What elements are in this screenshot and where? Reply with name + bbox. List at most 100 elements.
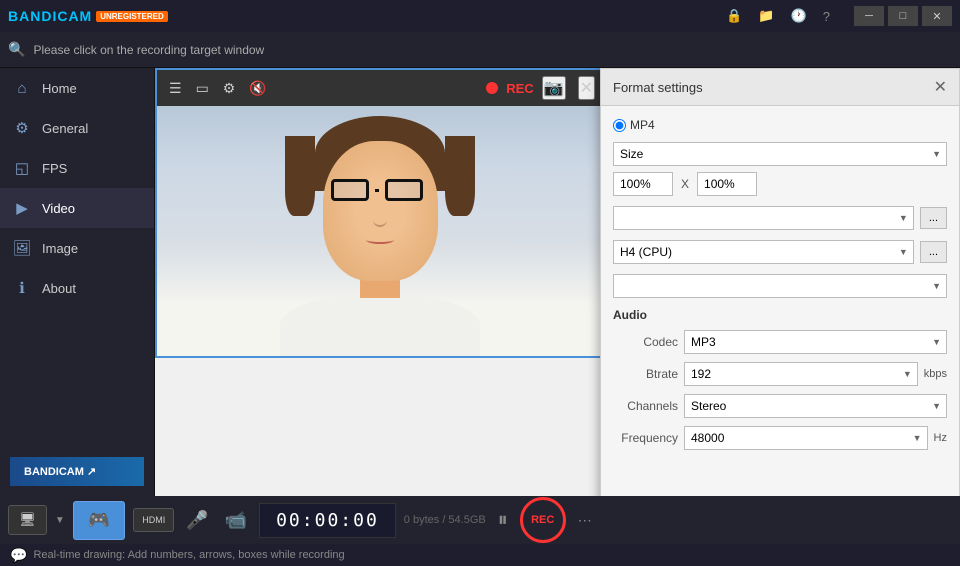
sidebar: ⌂ Home ⚙ General ◱ FPS ▶ Video 🖼 Imag xyxy=(0,68,155,496)
hair-left xyxy=(285,136,315,216)
left-lens xyxy=(331,179,369,201)
video-toolbar: ☰ ▭ ⚙ 🔇 REC 📷 ✕ xyxy=(157,70,603,106)
sidebar-label-home: Home xyxy=(42,81,77,96)
hair-right xyxy=(445,136,475,216)
codec1-select-wrapper xyxy=(613,206,914,230)
codec2-select[interactable]: H4 (CPU) xyxy=(613,240,914,264)
mute-button[interactable]: 🔇 xyxy=(245,76,270,101)
status-bar: 💬 Real-time drawing: Add numbers, arrows… xyxy=(0,544,960,566)
bitrate-unit: kbps xyxy=(924,368,947,380)
extra-button[interactable]: ⋯ xyxy=(574,508,596,533)
size-width-input[interactable] xyxy=(613,172,673,196)
status-icon: 💬 xyxy=(10,547,27,564)
audio-bitrate-label: Btrate xyxy=(613,367,678,381)
extra-select[interactable] xyxy=(613,274,947,298)
codec2-ellipsis-button[interactable]: ... xyxy=(920,241,947,263)
content-panel: Record Record/Stop Hotkey Pause Hotkey S… xyxy=(155,68,960,496)
hdmi-button[interactable]: HDMI xyxy=(133,508,174,532)
audio-bitrate-select-wrapper: 192 xyxy=(684,362,918,386)
rec-label: REC xyxy=(506,81,533,96)
overlay-title-bar: Format settings ✕ xyxy=(601,69,959,106)
right-lens xyxy=(385,179,423,201)
audio-frequency-select-wrapper: 48000 xyxy=(684,426,928,450)
codec1-ellipsis-button[interactable]: ... xyxy=(920,207,947,229)
lock-icon: 🔒 xyxy=(726,8,742,24)
sidebar-item-fps[interactable]: ◱ FPS xyxy=(0,148,154,188)
codec1-select[interactable] xyxy=(613,206,914,230)
sidebar-label-general: General xyxy=(42,121,88,136)
sidebar-item-home[interactable]: ⌂ Home xyxy=(0,68,154,108)
overlay-title: Format settings xyxy=(613,80,703,95)
bandicam-link-button[interactable]: BANDICAM ↗ xyxy=(10,457,144,486)
minimize-button[interactable]: ─ xyxy=(854,6,884,26)
sidebar-label-fps: FPS xyxy=(42,161,67,176)
size-group: Size X xyxy=(613,142,947,196)
mp4-radio-label[interactable]: MP4 xyxy=(613,118,655,132)
status-text: Real-time drawing: Add numbers, arrows, … xyxy=(33,549,344,561)
gamepad-button[interactable]: 🎮 xyxy=(73,501,125,540)
glasses-bridge xyxy=(375,189,379,192)
size-select[interactable]: Size xyxy=(613,142,947,166)
codec2-select-wrapper: H4 (CPU) xyxy=(613,240,914,264)
sidebar-item-image[interactable]: 🖼 Image xyxy=(0,228,154,268)
audio-channels-select[interactable]: Stereo xyxy=(684,394,947,418)
sidebar-label-about: About xyxy=(42,281,76,296)
sidebar-bottom: BANDICAM ↗ xyxy=(0,447,154,496)
mp4-radio[interactable] xyxy=(613,119,626,132)
close-button[interactable]: ✕ xyxy=(922,6,952,26)
unregistered-badge: UNREGISTERED xyxy=(96,11,168,22)
sidebar-nav: ⌂ Home ⚙ General ◱ FPS ▶ Video 🖼 Imag xyxy=(0,68,154,447)
audio-bitrate-row: Btrate 192 kbps xyxy=(613,362,947,386)
video-frame xyxy=(157,106,603,356)
window-mode-button[interactable]: ▭ xyxy=(192,76,213,101)
extra-codec-group xyxy=(613,274,947,298)
toolbar: 🔍 Please click on the recording target w… xyxy=(0,32,960,68)
person-image xyxy=(157,106,603,356)
glasses xyxy=(331,179,423,201)
size-row: Size xyxy=(613,142,947,166)
rec-dot-indicator xyxy=(486,82,498,94)
screen-capture-button[interactable]: 🖥 xyxy=(8,505,47,535)
gear-icon: ⚙ xyxy=(12,118,32,138)
sidebar-item-about[interactable]: ℹ About xyxy=(0,268,154,308)
webcam-button[interactable]: 📹 xyxy=(221,506,251,535)
audio-frequency-row: Frequency 48000 Hz xyxy=(613,426,947,450)
window-controls: ─ □ ✕ xyxy=(854,6,952,26)
time-display: 00:00:00 xyxy=(259,503,396,538)
close-video-button[interactable]: ✕ xyxy=(578,76,595,100)
screen-icon: 🖥 xyxy=(19,512,36,528)
audio-codec-select[interactable]: MP3 xyxy=(684,330,947,354)
audio-channels-row: Channels Stereo xyxy=(613,394,947,418)
format-settings-overlay: Format settings ✕ MP4 xyxy=(600,68,960,496)
audio-section-title: Audio xyxy=(613,308,947,322)
rec-circle-button[interactable]: REC xyxy=(520,497,566,543)
pause-button[interactable]: ⏸ xyxy=(494,505,512,536)
main-area: ⌂ Home ⚙ General ◱ FPS ▶ Video 🖼 Imag xyxy=(0,68,960,496)
screen-dropdown-arrow: ▼ xyxy=(55,515,65,526)
audio-codec-label: Codec xyxy=(613,335,678,349)
audio-codec-select-wrapper: MP3 xyxy=(684,330,947,354)
image-icon: 🖼 xyxy=(12,238,32,258)
overlay-close-button[interactable]: ✕ xyxy=(934,77,947,97)
size-height-input[interactable] xyxy=(697,172,757,196)
camera-button[interactable]: 📷 xyxy=(542,76,566,100)
menu-button[interactable]: ☰ xyxy=(165,76,186,101)
sidebar-item-video[interactable]: ▶ Video xyxy=(0,188,154,228)
mp4-format-row: MP4 xyxy=(613,118,947,132)
search-text: Please click on the recording target win… xyxy=(33,43,264,57)
settings-vid-button[interactable]: ⚙ xyxy=(219,76,240,101)
overlay-content: MP4 Size xyxy=(601,106,959,496)
about-icon: ℹ xyxy=(12,278,32,298)
maximize-button[interactable]: □ xyxy=(888,6,918,26)
sidebar-item-general[interactable]: ⚙ General xyxy=(0,108,154,148)
home-icon: ⌂ xyxy=(12,78,32,98)
mouth xyxy=(366,236,394,244)
brand-name: BANDICAM xyxy=(8,8,92,24)
audio-codec-row: Codec MP3 xyxy=(613,330,947,354)
audio-bitrate-select[interactable]: 192 xyxy=(684,362,918,386)
size-percent-row: X xyxy=(613,172,947,196)
audio-frequency-select[interactable]: 48000 xyxy=(684,426,928,450)
size-select-wrapper: Size xyxy=(613,142,947,166)
extra-codec-row xyxy=(613,274,947,298)
microphone-button[interactable]: 🎤 xyxy=(182,506,212,535)
